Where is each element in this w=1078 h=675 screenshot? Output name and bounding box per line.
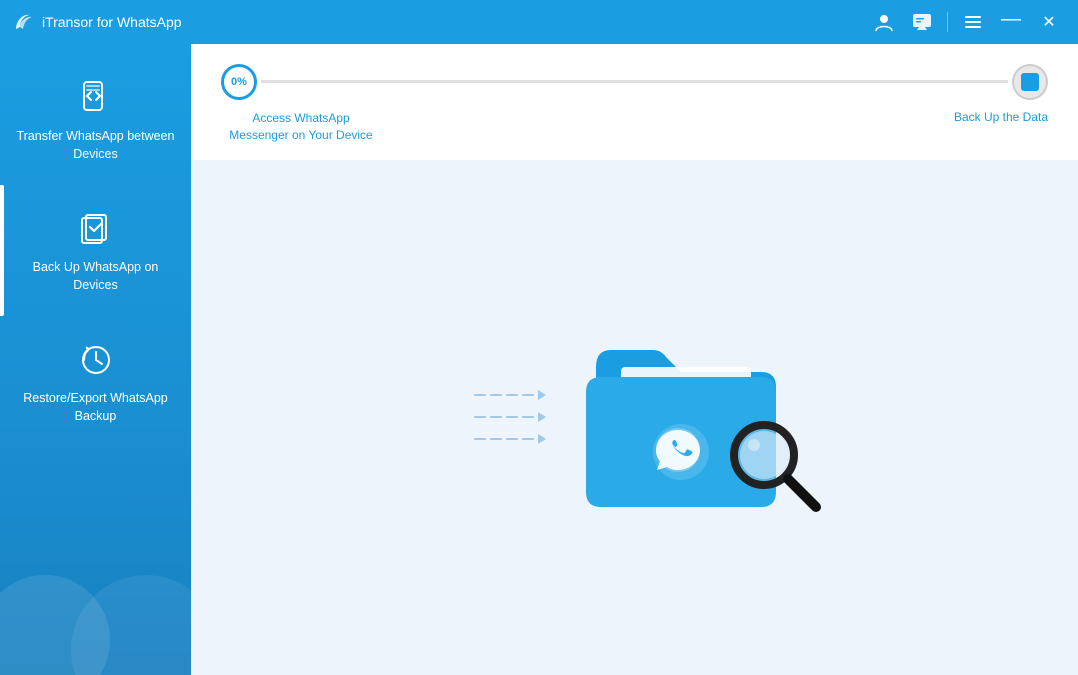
progress-percentage: 0% <box>221 64 257 100</box>
dash <box>522 416 534 418</box>
progress-step1-label: Access WhatsApp Messenger on Your Device <box>221 110 381 144</box>
dash <box>490 394 502 396</box>
content-area: 0% Access WhatsApp Messenger on Your Dev… <box>191 44 1078 675</box>
dash <box>474 438 486 440</box>
progress-track: 0% <box>221 64 1048 100</box>
folder-illustration <box>566 312 796 522</box>
arrow-head <box>538 434 546 444</box>
sidebar-item-restore[interactable]: Restore/Export WhatsApp Backup <box>0 316 191 447</box>
dash <box>474 394 486 396</box>
titlebar-actions: — ✕ <box>867 5 1066 39</box>
transfer-icon <box>74 76 118 120</box>
chat-button[interactable] <box>905 5 939 39</box>
arrow-line-2 <box>474 412 546 422</box>
progress-circle-end <box>1012 64 1048 100</box>
arrow-line-1 <box>474 390 546 400</box>
main-layout: Transfer WhatsApp between Devices Back U… <box>0 44 1078 675</box>
profile-button[interactable] <box>867 5 901 39</box>
sidebar: Transfer WhatsApp between Devices Back U… <box>0 44 191 675</box>
progress-area: 0% Access WhatsApp Messenger on Your Dev… <box>191 44 1078 160</box>
titlebar: iTransor for WhatsApp — ✕ <box>0 0 1078 44</box>
app-logo-icon <box>12 11 34 33</box>
sidebar-decoration-2 <box>71 575 191 675</box>
progress-step-end <box>1012 64 1048 100</box>
progress-step-start: 0% <box>221 64 257 100</box>
backup-icon <box>74 207 118 251</box>
progress-bar-track <box>261 80 1008 83</box>
dash <box>474 416 486 418</box>
dash <box>490 416 502 418</box>
magnifier-svg <box>726 417 826 517</box>
sidebar-item-transfer[interactable]: Transfer WhatsApp between Devices <box>0 54 191 185</box>
progress-step2-label: Back Up the Data <box>954 110 1048 124</box>
arrow-head <box>538 412 546 422</box>
arrow-head <box>538 390 546 400</box>
app-branding: iTransor for WhatsApp <box>12 11 182 33</box>
sidebar-item-restore-label: Restore/Export WhatsApp Backup <box>10 390 181 425</box>
sidebar-item-backup-label: Back Up WhatsApp on Devices <box>10 259 181 294</box>
dash <box>490 438 502 440</box>
illustration-area <box>191 160 1078 675</box>
dash <box>506 416 518 418</box>
dash <box>506 438 518 440</box>
progress-end-icon <box>1021 73 1039 91</box>
titlebar-separator <box>947 12 948 32</box>
sidebar-item-transfer-label: Transfer WhatsApp between Devices <box>10 128 181 163</box>
app-title: iTransor for WhatsApp <box>42 14 182 30</box>
sidebar-item-backup[interactable]: Back Up WhatsApp on Devices <box>0 185 191 316</box>
dash <box>522 438 534 440</box>
dash <box>522 394 534 396</box>
restore-icon <box>74 338 118 382</box>
close-button[interactable]: ✕ <box>1032 5 1066 39</box>
dash <box>506 394 518 396</box>
arrow-line-3 <box>474 434 546 444</box>
menu-button[interactable] <box>956 5 990 39</box>
minimize-button[interactable]: — <box>994 5 1028 39</box>
arrows-container <box>474 390 546 444</box>
progress-labels: Access WhatsApp Messenger on Your Device… <box>221 110 1048 144</box>
